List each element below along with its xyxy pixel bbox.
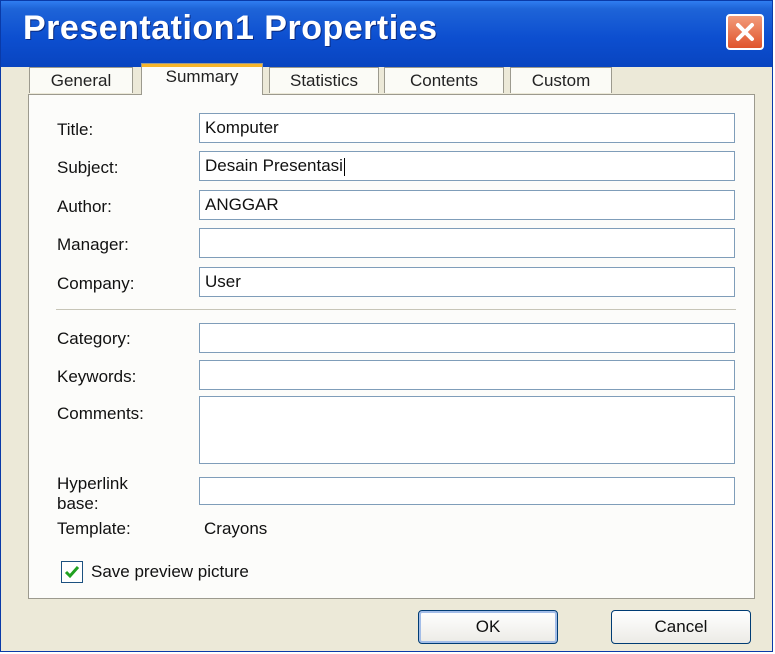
category-label: Category: <box>57 329 131 348</box>
ok-button[interactable]: OK <box>418 610 558 644</box>
template-label: Template: <box>57 519 131 538</box>
text-cursor <box>343 157 345 176</box>
comments-label: Comments: <box>57 404 144 423</box>
tab-statistics[interactable]: Statistics <box>269 67 379 93</box>
tab-custom[interactable]: Custom <box>510 67 612 93</box>
keywords-label: Keywords: <box>57 367 137 386</box>
manager-label: Manager: <box>57 235 129 254</box>
tab-summary[interactable]: Summary <box>141 63 263 95</box>
template-value: Crayons <box>204 519 268 538</box>
hyperlink-label-line1: Hyperlink <box>57 474 128 493</box>
category-field[interactable] <box>199 323 735 353</box>
subject-value: Desain Presentasi <box>205 156 343 175</box>
company-label: Company: <box>57 274 135 293</box>
author-field[interactable]: ANGGAR <box>199 190 735 220</box>
title-bar[interactable]: Presentation1 Properties <box>1 1 772 67</box>
comments-field[interactable] <box>199 396 735 464</box>
hyperlink-base-field[interactable] <box>199 477 735 505</box>
title-label: Title: <box>57 120 94 139</box>
keywords-field[interactable] <box>199 360 735 390</box>
cancel-button[interactable]: Cancel <box>611 610 751 644</box>
close-button[interactable] <box>726 14 764 50</box>
tab-general[interactable]: General <box>29 67 133 93</box>
save-preview-checkbox[interactable] <box>61 561 83 583</box>
subject-label: Subject: <box>57 158 119 177</box>
hyperlink-label-line2: base: <box>57 494 99 513</box>
tab-contents[interactable]: Contents <box>384 67 504 93</box>
properties-dialog: Presentation1 Properties General Summary… <box>0 0 773 652</box>
author-label: Author: <box>57 197 112 216</box>
save-preview-label[interactable]: Save preview picture <box>91 562 249 582</box>
manager-field[interactable] <box>199 228 735 258</box>
title-field[interactable]: Komputer <box>199 113 735 143</box>
close-icon <box>736 23 754 41</box>
company-field[interactable]: User <box>199 267 735 297</box>
subject-field[interactable]: Desain Presentasi <box>199 151 735 181</box>
checkmark-icon <box>64 566 80 579</box>
separator <box>56 309 736 310</box>
window-title: Presentation1 Properties <box>23 9 438 47</box>
